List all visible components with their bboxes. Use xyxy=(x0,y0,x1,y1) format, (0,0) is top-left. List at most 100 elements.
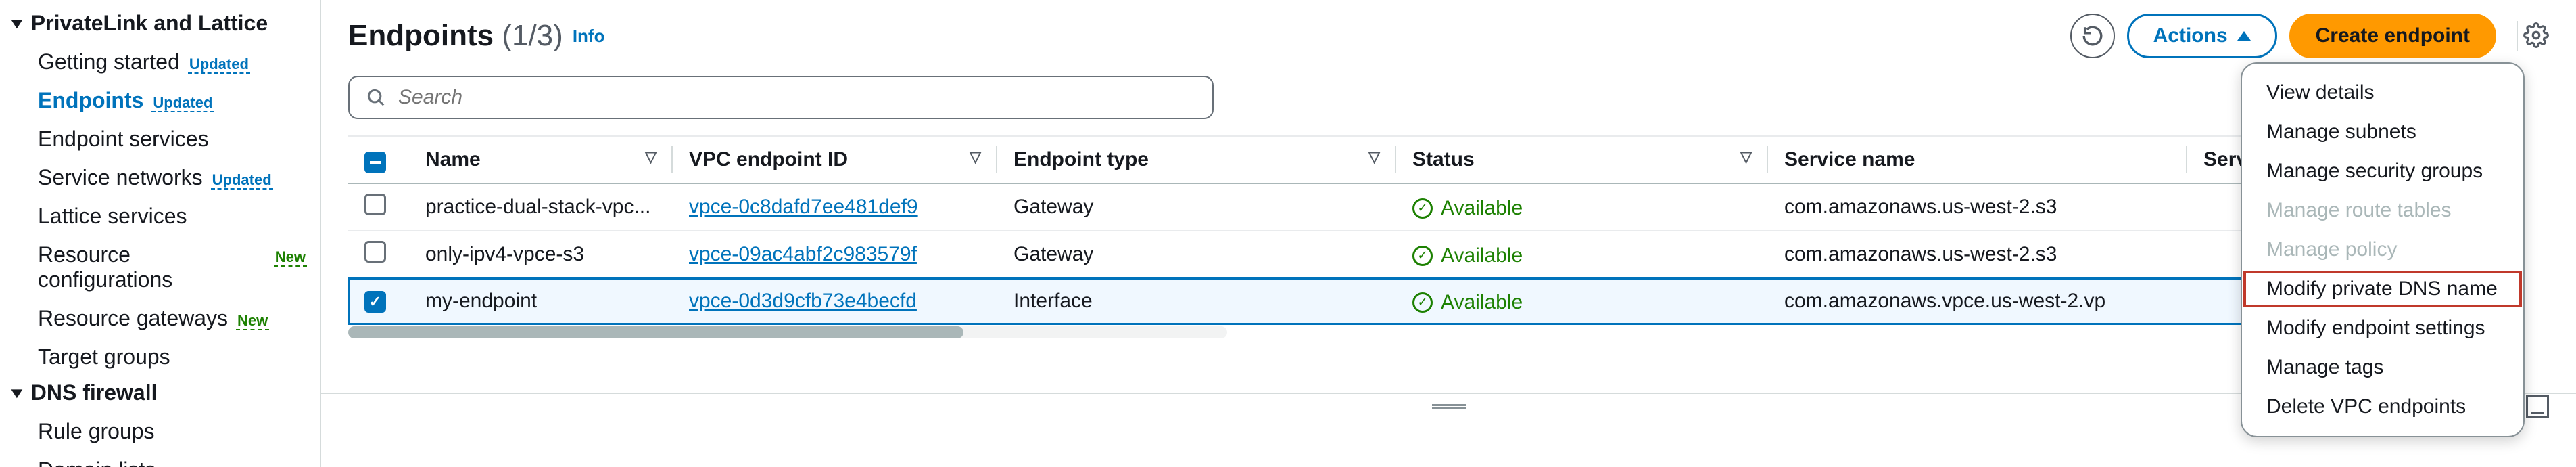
sidebar-item[interactable]: Domain lists xyxy=(0,451,320,467)
check-circle-icon: ✓ xyxy=(1412,292,1433,313)
actions-button[interactable]: Actions xyxy=(2127,14,2277,58)
check-circle-icon: ✓ xyxy=(1412,198,1433,219)
create-endpoint-label: Create endpoint xyxy=(2316,24,2470,47)
sidebar-item[interactable]: Service networks Updated xyxy=(0,158,320,197)
sidebar-item-label: Target groups xyxy=(38,344,170,370)
endpoints-table: Name▽ VPC endpoint ID▽ Endpoint type▽ St… xyxy=(348,135,2549,338)
sidebar-item-label: Service networks xyxy=(38,165,203,190)
actions-menu-item[interactable]: Modify endpoint settings xyxy=(2242,309,2523,348)
sidebar-item[interactable]: Endpoints Updated xyxy=(0,81,320,120)
vpce-link[interactable]: vpce-0d3d9cfb73e4becfd xyxy=(689,290,917,312)
status-badge: ✓ Available xyxy=(1412,197,1523,220)
sidebar-item-label: Endpoints xyxy=(38,88,143,113)
caret-up-icon xyxy=(2237,31,2251,41)
cell-name: my-endpoint xyxy=(409,278,673,324)
sidebar-group-header[interactable]: ▼ DNS firewall xyxy=(0,376,320,412)
refresh-icon xyxy=(2081,24,2104,47)
col-status[interactable]: Status▽ xyxy=(1396,136,1768,183)
cell-type: Gateway xyxy=(997,231,1396,278)
sidebar-item-label: Rule groups xyxy=(38,419,155,444)
cell-type: Interface xyxy=(997,278,1396,324)
sidebar-item-label: Domain lists xyxy=(38,458,156,467)
actions-menu-item[interactable]: Delete VPC endpoints xyxy=(2242,387,2523,426)
search-input[interactable] xyxy=(398,86,1196,109)
table-row[interactable]: my-endpoint vpce-0d3d9cfb73e4becfd Interfa… xyxy=(348,278,2512,324)
status-text: Available xyxy=(1441,197,1523,220)
page-title-count: (1/3) xyxy=(502,19,563,52)
sidebar: ▼PrivateLink and Lattice Getting started U… xyxy=(0,0,321,467)
gear-icon xyxy=(2523,22,2549,48)
sort-icon: ▽ xyxy=(1368,148,1380,166)
actions-menu-item[interactable]: View details xyxy=(2242,73,2523,112)
cell-service: com.amazonaws.us-west-2.s3 xyxy=(1768,183,2187,231)
page-header: Endpoints (1/3) Info Actions Create endp… xyxy=(348,14,2549,58)
select-all-checkbox[interactable] xyxy=(364,152,386,173)
col-service[interactable]: Service name xyxy=(1768,136,2187,183)
sidebar-group-label: DNS firewall xyxy=(31,380,158,405)
actions-menu-item: Manage route tables xyxy=(2242,191,2523,230)
actions-menu-item: Manage policy xyxy=(2242,230,2523,269)
actions-menu-item[interactable]: Manage tags xyxy=(2242,348,2523,387)
vpce-link[interactable]: vpce-09ac4abf2c983579f xyxy=(689,243,917,265)
sidebar-item-label: Resource configurations xyxy=(38,242,266,292)
refresh-button[interactable] xyxy=(2070,14,2115,58)
page-title: Endpoints (1/3) xyxy=(348,19,563,53)
cell-service: com.amazonaws.vpce.us-west-2.vp xyxy=(1768,278,2187,324)
row-checkbox[interactable] xyxy=(364,194,386,215)
separator xyxy=(2517,21,2518,51)
main: Endpoints (1/3) Info Actions Create endp… xyxy=(321,0,2576,467)
sidebar-item[interactable]: Resource gateways New xyxy=(0,299,320,338)
status-text: Available xyxy=(1441,291,1523,314)
actions-menu-item[interactable]: Manage security groups xyxy=(2242,152,2523,191)
cell-type: Gateway xyxy=(997,183,1396,231)
caret-down-icon: ▼ xyxy=(7,384,26,402)
actions-button-label: Actions xyxy=(2153,24,2228,47)
sidebar-item-label: Endpoint services xyxy=(38,127,209,152)
sidebar-item[interactable]: Getting started Updated xyxy=(0,43,320,81)
updated-badge: Updated xyxy=(151,95,214,112)
status-badge: ✓Available xyxy=(1412,244,1523,267)
sidebar-item-label: Getting started xyxy=(38,49,180,74)
check-circle-icon: ✓ xyxy=(1412,246,1433,266)
sidebar-item[interactable]: Resource configurations New xyxy=(0,236,320,299)
updated-badge: Updated xyxy=(211,173,273,190)
cell-name: practice-dual-stack-vpc... xyxy=(409,183,673,231)
panel-resize-bar[interactable] xyxy=(321,393,2576,420)
updated-badge: Updated xyxy=(188,57,250,74)
actions-menu: View detailsManage subnetsManage securit… xyxy=(2241,62,2525,437)
vpce-link[interactable]: vpce-0c8dafd7ee481def9 xyxy=(689,196,918,218)
info-link[interactable]: Info xyxy=(573,26,605,47)
new-badge: New xyxy=(236,313,269,330)
row-checkbox[interactable] xyxy=(364,291,386,313)
status-badge: ✓ Available xyxy=(1412,291,1523,314)
row-checkbox[interactable] xyxy=(364,241,386,263)
drag-handle-icon xyxy=(1432,404,1466,409)
sidebar-item[interactable]: Endpoint services xyxy=(0,120,320,158)
cell-name: only-ipv4-vpce-s3 xyxy=(409,231,673,278)
sidebar-item[interactable]: Target groups xyxy=(0,338,320,376)
actions-menu-item[interactable]: Modify private DNS name xyxy=(2242,269,2523,309)
col-vpce[interactable]: VPC endpoint ID▽ xyxy=(673,136,997,183)
cell-service: com.amazonaws.us-west-2.s3 xyxy=(1768,231,2187,278)
actions-menu-item[interactable]: Manage subnets xyxy=(2242,112,2523,152)
search-box[interactable] xyxy=(348,76,1214,119)
settings-button[interactable] xyxy=(2523,22,2549,50)
create-endpoint-button[interactable]: Create endpoint xyxy=(2289,14,2496,58)
table-row[interactable]: practice-dual-stack-vpc... vpce-0c8dafd7e… xyxy=(348,183,2512,231)
header-actions: Actions Create endpoint xyxy=(2070,14,2549,58)
sort-icon: ▽ xyxy=(970,148,981,166)
horizontal-scrollbar[interactable] xyxy=(348,326,1227,338)
new-badge: New xyxy=(274,250,307,267)
layout-bottom-icon[interactable] xyxy=(2526,395,2549,418)
sidebar-item[interactable]: Rule groups xyxy=(0,412,320,451)
scrollbar-thumb[interactable] xyxy=(348,326,963,338)
table-header-row: Name▽ VPC endpoint ID▽ Endpoint type▽ St… xyxy=(348,136,2512,183)
sidebar-item-label: Resource gateways xyxy=(38,306,228,331)
sidebar-group-header[interactable]: ▼PrivateLink and Lattice xyxy=(0,7,320,43)
sidebar-item-label: Lattice services xyxy=(38,204,187,229)
col-type[interactable]: Endpoint type▽ xyxy=(997,136,1396,183)
table-row[interactable]: only-ipv4-vpce-s3 vpce-09ac4abf2c983579f G… xyxy=(348,231,2512,278)
col-name[interactable]: Name▽ xyxy=(409,136,673,183)
search-icon xyxy=(366,87,386,108)
sidebar-item[interactable]: Lattice services xyxy=(0,197,320,236)
